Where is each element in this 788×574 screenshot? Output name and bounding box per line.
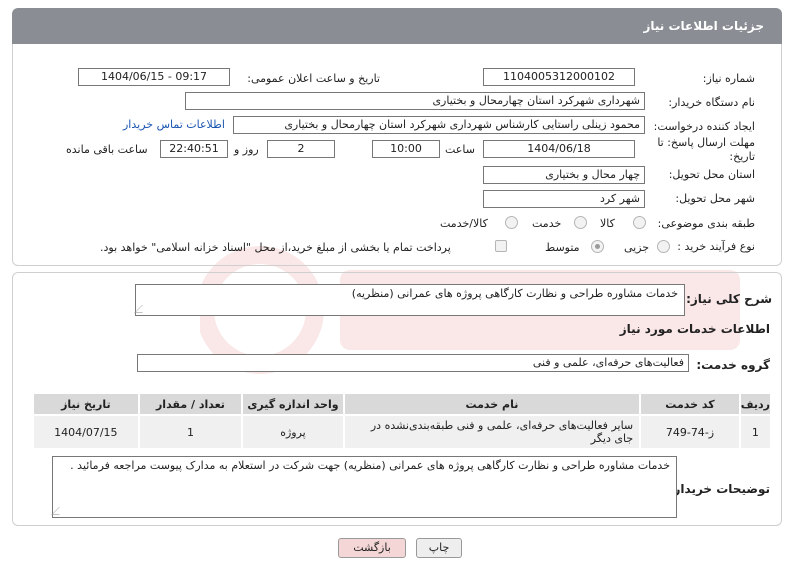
- resize-grip[interactable]: [134, 305, 150, 313]
- cell-name: سایر فعالیت‌های حرفه‌ای، علمی و فنی طبقه…: [342, 414, 642, 450]
- page-header: جزئیات اطلاعات نیاز: [12, 8, 782, 44]
- city-label: شهر محل تحویل:: [675, 192, 755, 205]
- days-label: روز و: [234, 143, 259, 156]
- col-qty: تعداد / مقدار: [137, 392, 244, 416]
- purchase-medium-radio[interactable]: [591, 240, 604, 253]
- service-group-label: گروه خدمت:: [696, 358, 770, 372]
- deadline-date-field: 1404/06/18: [483, 140, 635, 158]
- remaining-time-field: 22:40:51: [160, 140, 228, 158]
- category-both-radio[interactable]: [505, 216, 518, 229]
- treasury-note: پرداخت تمام یا بخشی از مبلغ خرید،از محل …: [100, 241, 451, 254]
- buyer-notes-textarea[interactable]: خدمات مشاوره طراحی و نظارت کارگاهی پروژه…: [51, 456, 677, 518]
- need-number-label: شماره نیاز:: [702, 72, 755, 85]
- cell-qty: 1: [137, 414, 244, 450]
- col-name: نام خدمت: [342, 392, 642, 416]
- resize-grip[interactable]: [51, 507, 67, 515]
- treasury-checkbox[interactable]: [495, 240, 507, 252]
- col-date: تاریخ نیاز: [32, 392, 140, 416]
- summary-textarea[interactable]: خدمات مشاوره طراحی و نظارت کارگاهی پروژه…: [134, 284, 685, 316]
- col-index: ردیف: [738, 392, 773, 416]
- back-button[interactable]: بازگشت: [338, 538, 406, 558]
- cell-unit: پروژه: [241, 414, 345, 450]
- buyer-contact-link[interactable]: اطلاعات تماس خریدار: [123, 118, 225, 131]
- time-label: ساعت: [445, 143, 475, 156]
- services-table: ردیف کد خدمت نام خدمت واحد اندازه گیری ت…: [32, 392, 773, 450]
- col-unit: واحد اندازه گیری: [241, 392, 345, 416]
- city-field: شهر کرد: [483, 190, 645, 208]
- buyer-notes-label: توضیحات خریدار:: [668, 482, 770, 496]
- remaining-label: ساعت باقی مانده: [66, 143, 148, 156]
- summary-text: خدمات مشاوره طراحی و نظارت کارگاهی پروژه…: [351, 287, 678, 300]
- category-service-label: خدمت: [532, 217, 562, 230]
- announce-field: 1404/06/15 - 09:17: [78, 68, 230, 86]
- deadline-label: مهلت ارسال پاسخ: تا: [657, 136, 755, 149]
- service-group-field: فعالیت‌های حرفه‌ای، علمی و فنی: [137, 354, 689, 372]
- table-header-row: ردیف کد خدمت نام خدمت واحد اندازه گیری ت…: [32, 392, 773, 416]
- purchase-medium-label: متوسط: [545, 241, 580, 254]
- services-title: اطلاعات خدمات مورد نیاز: [619, 322, 770, 336]
- creator-field: محمود زینلی راستایی کارشناس شهرداری شهرک…: [233, 116, 645, 134]
- category-goods-label: کالا: [600, 217, 615, 230]
- deadline-label-date: تاریخ:: [729, 150, 755, 163]
- cell-date: 1404/07/15: [32, 414, 140, 450]
- buyer-org-field: شهرداری شهرکرد استان چهارمحال و بختیاری: [185, 92, 645, 110]
- buyer-notes-text: خدمات مشاوره طراحی و نظارت کارگاهی پروژه…: [70, 459, 670, 472]
- page-title: جزئیات اطلاعات نیاز: [643, 19, 764, 33]
- buyer-org-label: نام دستگاه خریدار:: [668, 96, 755, 109]
- province-field: چهار محال و بختیاری: [483, 166, 645, 184]
- announce-label: تاریخ و ساعت اعلان عمومی:: [247, 72, 380, 85]
- category-service-radio[interactable]: [574, 216, 587, 229]
- category-goods-radio[interactable]: [633, 216, 646, 229]
- province-label: استان محل تحویل:: [668, 168, 755, 181]
- table-row: 1 ز-74-749 سایر فعالیت‌های حرفه‌ای، علمی…: [32, 414, 773, 450]
- print-button[interactable]: چاپ: [416, 538, 462, 558]
- days-field: 2: [267, 140, 335, 158]
- col-code: کد خدمت: [639, 392, 741, 416]
- purchase-type-label: نوع فرآیند خرید :: [677, 240, 755, 253]
- need-number-field: 1104005312000102: [483, 68, 635, 86]
- summary-label: شرح کلی نیاز:: [686, 292, 772, 306]
- category-label: طبقه بندی موضوعی:: [657, 217, 755, 230]
- purchase-minor-radio[interactable]: [657, 240, 670, 253]
- cell-index: 1: [738, 414, 773, 450]
- purchase-minor-label: جزیی: [624, 241, 650, 254]
- cell-code: ز-74-749: [639, 414, 741, 450]
- deadline-time-field: 10:00: [372, 140, 440, 158]
- category-both-label: کالا/خدمت: [440, 217, 488, 230]
- creator-label: ایجاد کننده درخواست:: [653, 120, 755, 133]
